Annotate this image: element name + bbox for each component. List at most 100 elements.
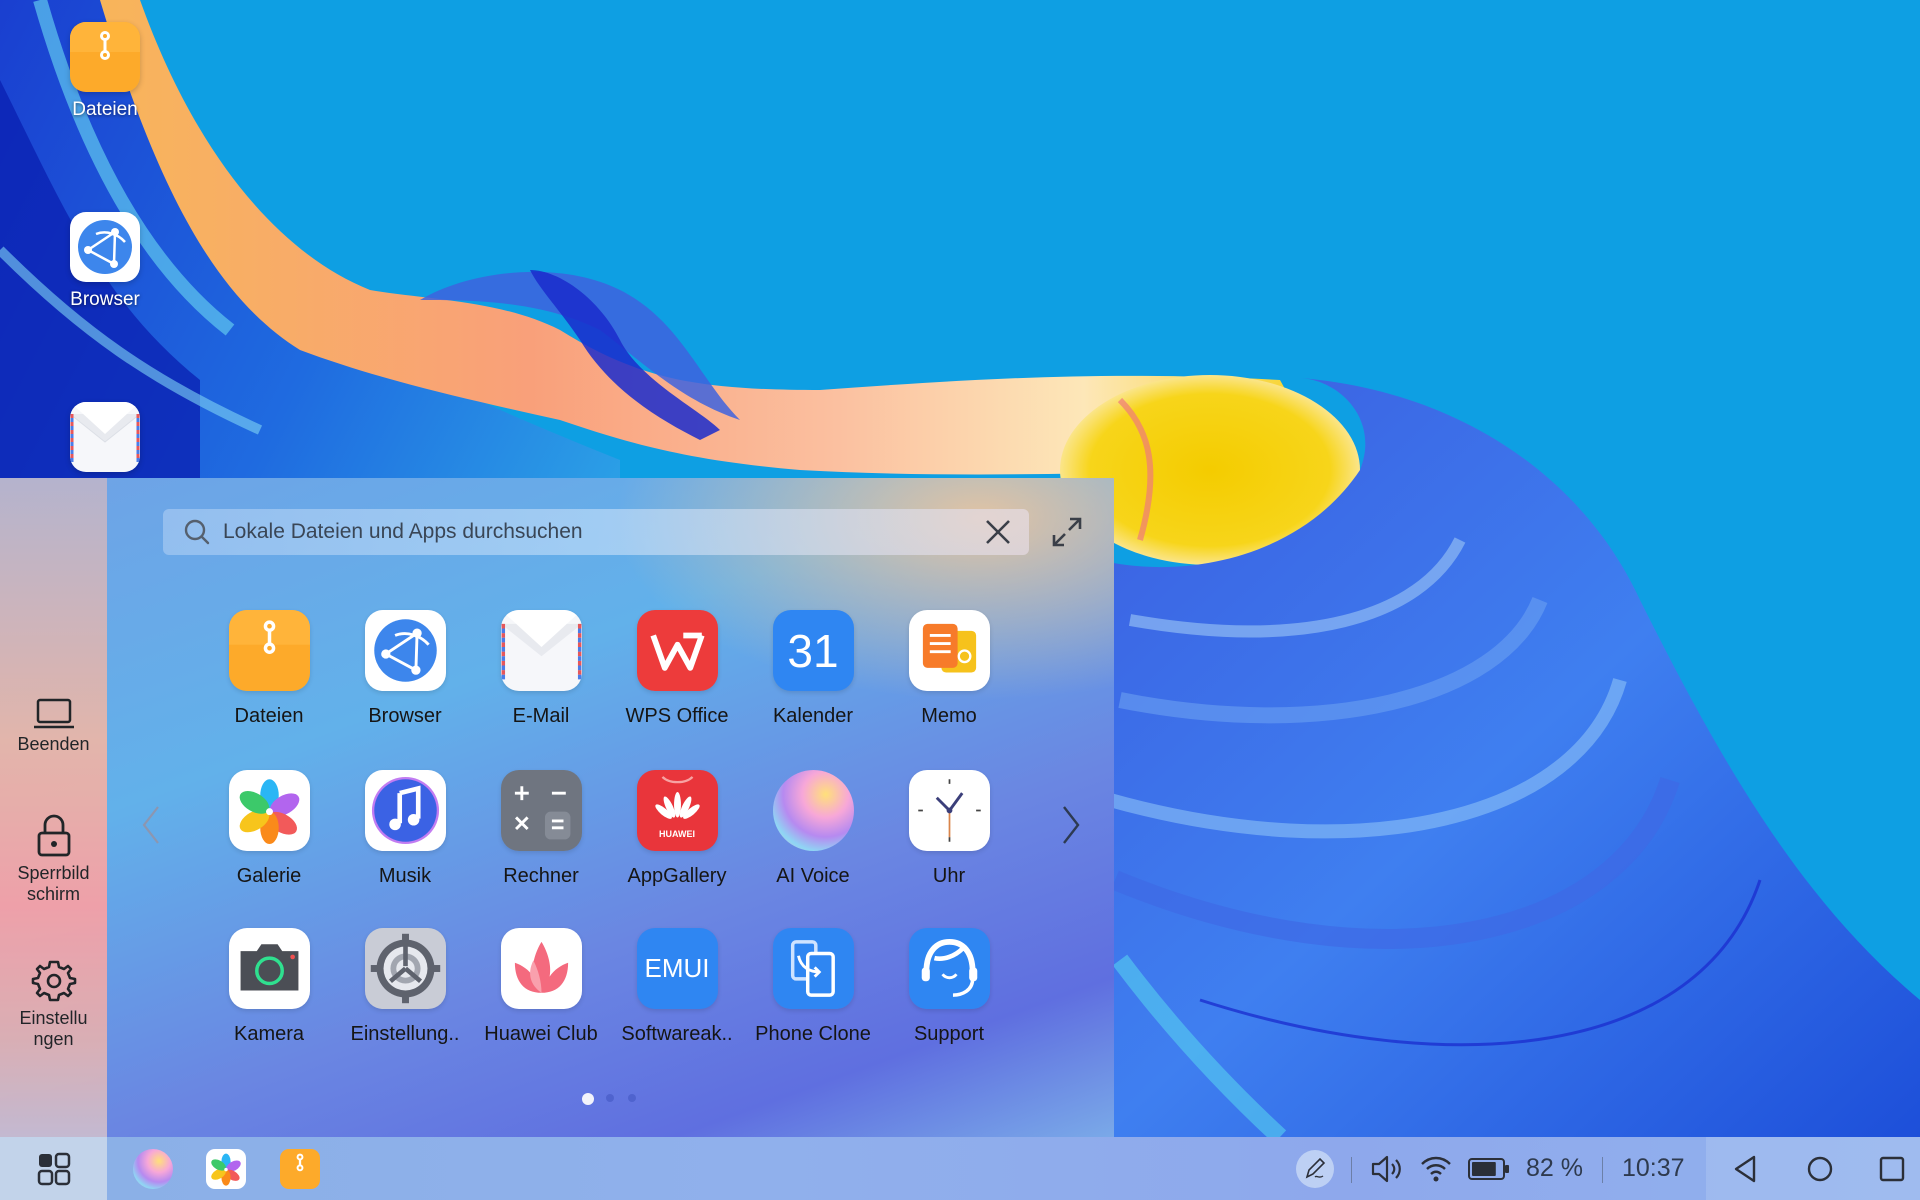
- taskbar-separator: [1602, 1157, 1603, 1183]
- battery-icon: [1468, 1157, 1509, 1180]
- taskbar-separator: [1351, 1157, 1352, 1183]
- app-calculator[interactable]: Rechner: [476, 770, 606, 888]
- app-wps-office[interactable]: WPS Office: [612, 610, 742, 728]
- app-email[interactable]: E-Mail: [476, 610, 606, 728]
- taskbar-gallery[interactable]: [206, 1149, 246, 1189]
- gallery-icon: [228, 770, 310, 851]
- previous-page-arrow[interactable]: [136, 803, 166, 847]
- files-icon: [280, 1149, 320, 1189]
- settings-button[interactable]: Einstellu ngen: [0, 958, 107, 1050]
- pen-icon: [1305, 1157, 1326, 1179]
- clock-time: 10:37: [1622, 1154, 1685, 1182]
- app-clock[interactable]: Uhr: [884, 770, 1014, 888]
- recents-button[interactable]: [1876, 1153, 1908, 1185]
- shutdown-button[interactable]: Beenden: [0, 698, 107, 755]
- app-label: Dateien: [234, 705, 304, 727]
- app-memo[interactable]: Memo: [884, 610, 1014, 728]
- settings-label: Einstellu ngen: [19, 1008, 88, 1049]
- music-icon: [364, 770, 446, 851]
- wifi-button[interactable]: [1420, 1137, 1452, 1200]
- page-indicator-2[interactable]: [606, 1094, 614, 1102]
- desktop-icon-email[interactable]: [55, 402, 155, 472]
- search-bar: [163, 509, 1029, 555]
- app-label: Kalender: [772, 705, 854, 727]
- wps-office-icon: [636, 610, 718, 691]
- gear-icon: [31, 960, 76, 1002]
- files-icon: [228, 610, 310, 691]
- settings-icon: [364, 928, 446, 1009]
- app-calendar[interactable]: 31 Kalender: [748, 610, 878, 728]
- page-indicator-1[interactable]: [582, 1093, 594, 1105]
- ai-voice-icon: [772, 770, 854, 851]
- home-button[interactable]: [1804, 1153, 1836, 1185]
- email-icon: [500, 610, 582, 691]
- lock-icon: [37, 814, 70, 857]
- app-gallery[interactable]: Galerie: [204, 770, 334, 888]
- calendar-day: 31: [787, 624, 839, 677]
- emui-brand: EMUI: [644, 953, 710, 983]
- taskbar-ai-voice[interactable]: [133, 1149, 173, 1189]
- app-label: Einstellung..: [350, 1023, 460, 1045]
- lock-screen-button[interactable]: Sperrbild schirm: [0, 813, 107, 905]
- software-update-icon: EMUI: [636, 928, 718, 1009]
- app-appgallery[interactable]: HUAWEI AppGallery: [612, 770, 742, 888]
- app-music[interactable]: Musik: [340, 770, 470, 888]
- app-camera[interactable]: Kamera: [204, 928, 334, 1046]
- app-grid-icon: [37, 1152, 70, 1185]
- appgallery-icon: HUAWEI: [636, 770, 718, 851]
- start-menu-sidebar: Beenden Sperrbild schirm Einstellu ngen: [0, 478, 107, 1137]
- camera-icon: [228, 928, 310, 1009]
- app-label: Browser: [368, 705, 442, 727]
- app-label: WPS Office: [625, 705, 729, 727]
- expand-icon[interactable]: [1050, 515, 1084, 549]
- start-menu-button[interactable]: [0, 1137, 107, 1200]
- app-label: Support: [913, 1023, 985, 1045]
- app-label: Galerie: [236, 865, 302, 887]
- wifi-icon: [1421, 1156, 1451, 1181]
- clock-icon: [908, 770, 990, 851]
- app-browser[interactable]: Browser: [340, 610, 470, 728]
- app-phone-clone[interactable]: Phone Clone: [748, 928, 878, 1046]
- email-icon: [70, 402, 140, 472]
- files-icon: [70, 22, 140, 92]
- browser-icon: [364, 610, 446, 691]
- app-software-update[interactable]: EMUI Softwareak..: [612, 928, 742, 1046]
- search-input[interactable]: [223, 520, 983, 544]
- browser-icon: [70, 212, 140, 282]
- calculator-icon: [500, 770, 582, 851]
- page-indicator-3[interactable]: [628, 1094, 636, 1102]
- back-button[interactable]: [1730, 1153, 1762, 1185]
- desktop-icon-files[interactable]: Dateien: [55, 22, 155, 121]
- shutdown-label: Beenden: [17, 734, 90, 754]
- battery-indicator[interactable]: [1468, 1137, 1510, 1200]
- app-label: Huawei Club: [484, 1023, 598, 1045]
- stylus-button[interactable]: [1296, 1137, 1334, 1200]
- app-settings[interactable]: Einstellung..: [340, 928, 470, 1046]
- app-label: AI Voice: [776, 865, 850, 887]
- huawei-club-icon: [500, 928, 582, 1009]
- phone-clone-icon: [772, 928, 854, 1009]
- app-label: AppGallery: [627, 865, 727, 887]
- app-ai-voice[interactable]: AI Voice: [748, 770, 878, 888]
- appgallery-brand: HUAWEI: [659, 829, 695, 839]
- taskbar-files[interactable]: [280, 1149, 320, 1189]
- support-icon: [908, 928, 990, 1009]
- close-icon[interactable]: [983, 517, 1013, 547]
- navigation-bar: [1706, 1137, 1920, 1200]
- app-label: E-Mail: [512, 705, 570, 727]
- calendar-icon: 31: [772, 610, 854, 691]
- battery-percent-container: 82 %: [1526, 1137, 1583, 1200]
- laptop-icon: [33, 698, 74, 729]
- app-huawei-club[interactable]: Huawei Club: [476, 928, 606, 1046]
- desktop-icon-label: Dateien: [72, 99, 138, 120]
- volume-button[interactable]: [1370, 1137, 1404, 1200]
- app-label: Phone Clone: [755, 1023, 871, 1045]
- memo-icon: [908, 610, 990, 691]
- desktop-icon-browser[interactable]: Browser: [55, 212, 155, 311]
- clock-container[interactable]: 10:37: [1622, 1137, 1685, 1200]
- gallery-icon: [206, 1149, 246, 1189]
- next-page-arrow[interactable]: [1056, 803, 1086, 847]
- app-label: Memo: [921, 705, 977, 727]
- app-support[interactable]: Support: [884, 928, 1014, 1046]
- app-files[interactable]: Dateien: [204, 610, 334, 728]
